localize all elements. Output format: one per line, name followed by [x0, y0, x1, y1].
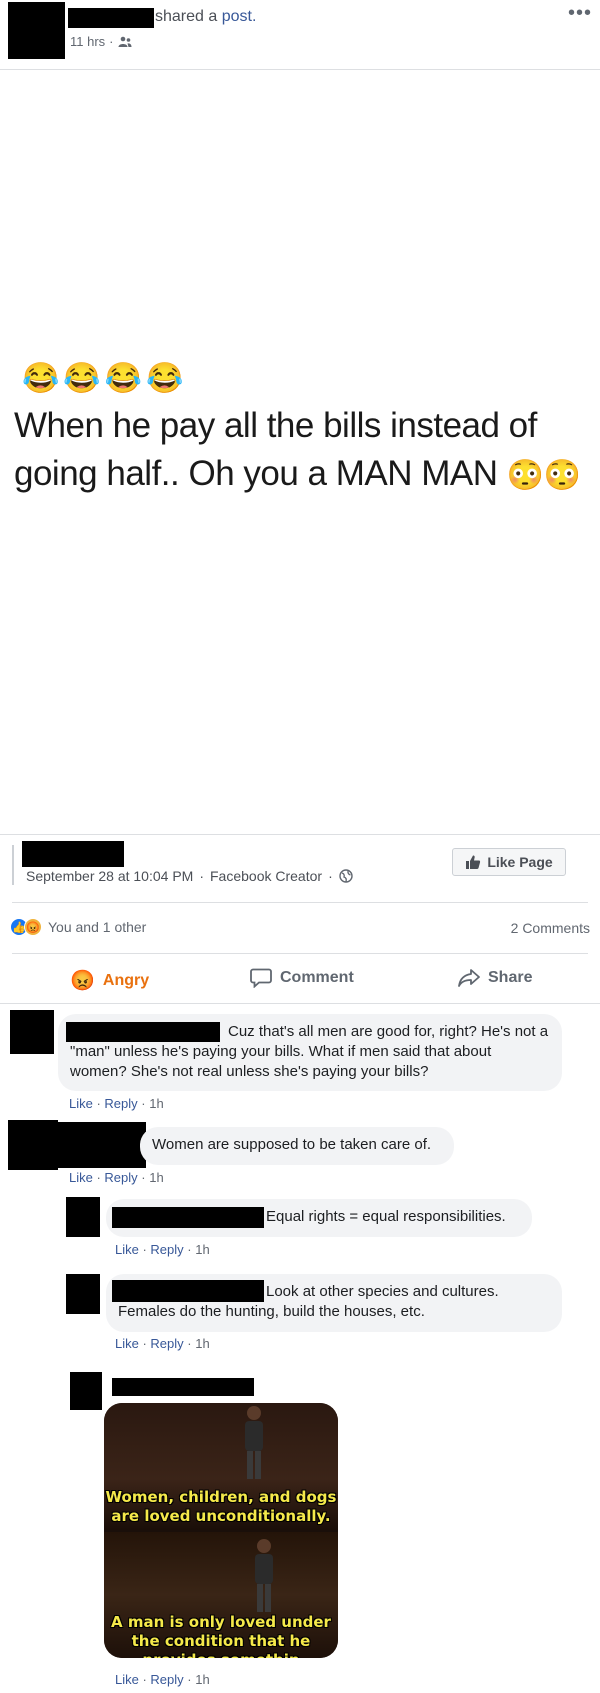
reply-meme-image[interactable]: Women, children, and dogs are loved unco… [104, 1403, 338, 1658]
comedian-figure-icon [255, 1539, 273, 1612]
tears-of-joy-icon: 😂 [22, 362, 60, 395]
comment-bubble: Women are supposed to be taken care of. [140, 1127, 454, 1165]
reply-link[interactable]: Reply [150, 1336, 183, 1351]
reply-link[interactable]: Reply [150, 1672, 183, 1687]
meme-caption-top: Women, children, and dogs are loved unco… [105, 1488, 337, 1525]
share-button[interactable]: Share [458, 968, 532, 988]
author-name-redacted[interactable] [68, 8, 154, 28]
page-name-redacted[interactable] [22, 841, 124, 867]
reply-avatar[interactable] [66, 1274, 100, 1314]
replier-name-redacted[interactable] [112, 1378, 254, 1396]
like-link[interactable]: Like [115, 1672, 139, 1687]
comment-bubble-icon [250, 968, 272, 988]
post-image-text: When he pay all the bills instead of goi… [14, 402, 584, 500]
card-divider [12, 902, 588, 903]
like-link[interactable]: Like [115, 1242, 139, 1257]
thumbs-up-icon [466, 855, 481, 869]
author-avatar-redacted[interactable] [8, 2, 65, 59]
like-link[interactable]: Like [115, 1336, 139, 1351]
comment-label: Comment [280, 969, 354, 986]
commenter-avatar[interactable] [8, 1120, 58, 1170]
commenter-name-redacted[interactable] [58, 1122, 146, 1168]
like-page-label: Like Page [487, 854, 553, 870]
tears-of-joy-icon: 😂 [146, 362, 184, 395]
tears-of-joy-icon: 😂 [104, 362, 143, 395]
reply-time[interactable]: 1h [195, 1242, 209, 1257]
post-time: 11 hrs · [70, 34, 132, 49]
shared-text: shared a [155, 8, 222, 25]
globe-icon [339, 869, 353, 883]
shared-card-border [12, 845, 14, 885]
comment-button[interactable]: Comment [250, 968, 354, 988]
reply-actions: Like · Reply · 1h [115, 1242, 210, 1257]
angry-reaction-icon: 😡 [24, 918, 42, 936]
comment-time[interactable]: 1h [149, 1096, 163, 1111]
time-label[interactable]: 11 hrs [70, 34, 105, 49]
angry-reaction-button[interactable]: 😡 Angry [70, 968, 149, 993]
post-link[interactable]: post. [222, 8, 257, 25]
comedian-figure-icon [245, 1406, 263, 1479]
reactions-divider [12, 953, 588, 954]
like-link[interactable]: Like [69, 1170, 93, 1185]
image-divider [0, 834, 600, 835]
reply-actions: Like · Reply · 1h [115, 1672, 210, 1687]
like-link[interactable]: Like [69, 1096, 93, 1111]
commenter-avatar[interactable] [10, 1010, 54, 1054]
reactions-summary-text: You and 1 other [48, 919, 147, 935]
replier-name-redacted[interactable] [112, 1280, 264, 1302]
reply-time[interactable]: 1h [195, 1336, 209, 1351]
reply-avatar[interactable] [70, 1372, 102, 1410]
comments-count[interactable]: 2 Comments [511, 920, 590, 936]
angry-face-icon: 😡 [70, 970, 95, 992]
shared-card-meta: September 28 at 10:04 PM · Facebook Crea… [26, 868, 353, 884]
shared-post-line: shared a post. [155, 8, 256, 26]
reply-link[interactable]: Reply [104, 1170, 137, 1185]
card-source: Facebook Creator [210, 868, 323, 884]
comment-text: Women are supposed to be taken care of. [152, 1136, 432, 1153]
comment-actions: Like · Reply · 1h [69, 1096, 164, 1111]
reply-link[interactable]: Reply [150, 1242, 183, 1257]
friends-audience-icon[interactable] [118, 36, 132, 48]
reply-time[interactable]: 1h [195, 1672, 209, 1687]
angry-label: Angry [102, 971, 150, 989]
tears-of-joy-icon: 😂 [63, 362, 101, 395]
share-label: Share [488, 969, 533, 986]
more-options-icon[interactable]: ••• [568, 2, 592, 25]
laughing-emoji-row: 😂 😂 😂 😂 [22, 362, 183, 396]
meme-caption-bottom: A man is only loved under the condition … [111, 1613, 331, 1658]
card-date[interactable]: September 28 at 10:04 PM [26, 868, 193, 884]
actions-divider [0, 1003, 600, 1004]
share-arrow-icon [458, 969, 480, 987]
reply-avatar[interactable] [66, 1197, 100, 1237]
reply-actions: Like · Reply · 1h [115, 1336, 210, 1351]
reply-text: Equal rights = equal responsibilities. [266, 1208, 506, 1225]
flushed-emoji-icon: 😳😳 [506, 459, 581, 492]
reply-link[interactable]: Reply [104, 1096, 137, 1111]
commenter-name-redacted[interactable] [66, 1022, 220, 1042]
like-page-button[interactable]: Like Page [452, 848, 566, 876]
post-text-body: When he pay all the bills instead of goi… [14, 406, 537, 493]
reactions-summary[interactable]: 👍 😡 You and 1 other [10, 918, 146, 936]
comment-actions: Like · Reply · 1h [69, 1170, 164, 1185]
replier-name-redacted[interactable] [112, 1207, 264, 1228]
comment-time[interactable]: 1h [149, 1170, 163, 1185]
